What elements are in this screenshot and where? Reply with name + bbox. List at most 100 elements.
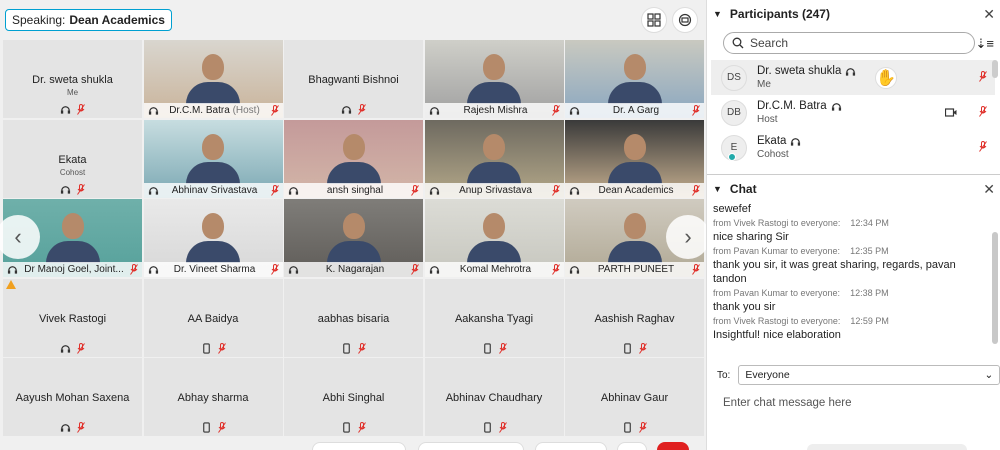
participant-tile[interactable]: Abhinav Gaur — [565, 358, 704, 436]
tile-name-bar: PARTH PUNEET — [565, 262, 704, 277]
mute-control-button[interactable] — [312, 442, 406, 450]
participant-row[interactable]: DS Dr. sweta shukla Me ✋ — [711, 60, 995, 95]
participant-video-figure — [607, 133, 662, 184]
recipient-select[interactable]: Everyone ⌄ — [738, 365, 1000, 385]
tile-status-icons — [144, 422, 283, 433]
active-speaker-indicator: Speaking: Dean Academics — [5, 9, 172, 31]
phone-icon — [483, 342, 491, 354]
tile-status-icons — [565, 342, 704, 354]
tile-name: Aashish Raghav — [594, 312, 675, 325]
camera-icon — [945, 108, 957, 117]
participant-row[interactable]: DB Dr.C.M. Batra Host — [711, 95, 995, 130]
layout-switch-icon[interactable] — [672, 7, 698, 33]
participant-tile[interactable]: Bhagwanti Bishnoi — [284, 40, 423, 118]
tile-status-icons — [284, 342, 423, 354]
more-options-button[interactable] — [617, 442, 647, 450]
participant-tile[interactable]: Dean Academics — [565, 119, 704, 198]
participant-role: Cohost — [757, 149, 789, 160]
muted-mic-icon[interactable] — [979, 106, 987, 117]
chat-timestamp: 12:38 PM — [850, 288, 889, 298]
participant-tile[interactable]: Abhi Singhal — [284, 358, 423, 436]
tile-status-icons — [3, 422, 142, 433]
headset-icon — [288, 186, 299, 195]
tile-status-icons — [144, 342, 283, 354]
muted-mic-icon — [551, 264, 560, 275]
video-control-button[interactable] — [418, 442, 524, 450]
participant-tile[interactable]: Aakansha Tyagi — [424, 278, 564, 357]
muted-mic-icon — [411, 184, 419, 196]
participant-tile[interactable]: aabhas bisaria — [284, 278, 423, 357]
participant-tile[interactable]: Komal Mehrotra — [424, 199, 564, 277]
participant-list: DS Dr. sweta shukla Me ✋ DB Dr.C.M. Batr… — [711, 60, 995, 165]
participant-tile[interactable]: K. Nagarajan — [284, 199, 423, 277]
participant-role: Host — [757, 114, 778, 125]
next-page-chevron-icon[interactable]: › — [666, 215, 710, 259]
tile-name: Dr. Vineet Sharma — [173, 264, 256, 275]
chat-message-input[interactable]: Enter chat message here — [723, 397, 852, 409]
collapse-chevron-icon[interactable]: ▼ — [713, 184, 722, 194]
participants-header[interactable]: ▼ Participants (247) ✕ — [707, 0, 1000, 28]
participant-tile[interactable]: Dr.C.M. Batra (Host) — [143, 40, 283, 118]
collapse-chevron-icon[interactable]: ▼ — [713, 9, 722, 19]
muted-mic-icon — [551, 105, 560, 116]
chat-header[interactable]: ▼ Chat ✕ — [707, 178, 1000, 200]
sort-icon[interactable]: ⇣≡ — [976, 36, 994, 52]
muted-mic-icon — [130, 264, 138, 275]
tile-name: Aakansha Tyagi — [454, 312, 534, 325]
muted-mic-icon — [77, 342, 85, 354]
participant-row[interactable]: E Ekata Cohost — [711, 130, 995, 165]
chat-sender: from Pavan Kumar to everyone: — [713, 246, 841, 256]
tile-name-bar: K. Nagarajan — [284, 262, 423, 277]
tile-status-icons — [3, 342, 142, 354]
participants-scrollbar[interactable] — [992, 60, 998, 78]
tile-name: AA Baidya — [187, 312, 239, 325]
participant-tile[interactable]: Dr. A Garg — [565, 40, 704, 118]
tile-name: Abhinav Srivastava — [171, 184, 258, 196]
chat-scrollbar[interactable] — [992, 232, 998, 344]
participant-tile[interactable]: ansh singhal — [284, 119, 423, 198]
participant-video-figure — [607, 54, 662, 104]
muted-mic-icon[interactable] — [979, 141, 987, 152]
muted-mic-icon — [77, 104, 85, 115]
participant-search-input[interactable]: Search — [723, 32, 975, 54]
tile-name: Vivek Rastogi — [38, 312, 107, 325]
raise-hand-icon[interactable]: ✋ — [875, 67, 897, 89]
participant-tile[interactable]: Rajesh Mishra — [424, 40, 564, 118]
muted-mic-icon — [77, 183, 85, 195]
participant-tile[interactable]: Dr. Vineet Sharma — [143, 199, 283, 277]
webex-meeting-window: Speaking: Dean Academics Dr. sweta shukl… — [0, 0, 1000, 450]
meeting-stage: Speaking: Dean Academics Dr. sweta shukl… — [0, 0, 710, 450]
tile-name-bar: Dr Manoj Goel, Joint... — [3, 262, 142, 277]
participant-video-figure — [467, 213, 521, 263]
chat-message-text: Insightful! nice elaboration — [713, 329, 841, 341]
close-chat-icon[interactable]: ✕ — [983, 181, 995, 198]
speaking-name: Dean Academics — [69, 13, 165, 27]
participant-name: Dr.C.M. Batra — [757, 100, 827, 112]
tile-name-bar: Anup Srivastava — [424, 182, 564, 198]
participant-tile[interactable]: Abhay sharma — [143, 358, 283, 436]
participant-tile[interactable]: Dr. sweta shukla Me — [3, 40, 142, 118]
share-control-button[interactable] — [535, 442, 607, 450]
headset-icon — [831, 102, 841, 111]
tile-name: K. Nagarajan — [325, 264, 385, 275]
participant-tile[interactable]: AA Baidya — [143, 278, 283, 357]
muted-mic-icon[interactable] — [979, 71, 987, 82]
participant-tile[interactable]: Abhinav Srivastava — [143, 119, 283, 198]
participant-role: Me — [757, 79, 771, 90]
participant-tile[interactable]: Ekata Cohost — [3, 119, 142, 198]
muted-mic-icon — [270, 105, 279, 116]
leave-meeting-button[interactable] — [657, 442, 689, 450]
participant-tile[interactable]: Abhinav Chaudhary — [424, 358, 564, 436]
participant-tile[interactable]: Anup Srivastava — [424, 119, 564, 198]
layout-grid-icon[interactable] — [641, 7, 667, 33]
chevron-down-icon: ⌄ — [984, 369, 994, 381]
headset-icon — [288, 266, 299, 274]
muted-mic-icon — [270, 184, 279, 196]
participant-tile[interactable]: Vivek Rastogi — [3, 278, 142, 357]
close-participants-icon[interactable]: ✕ — [983, 6, 995, 23]
panel-bottom-bar — [807, 444, 967, 450]
muted-mic-icon — [551, 184, 560, 196]
chat-message-meta: from Pavan Kumar to everyone: 12:35 PM — [713, 244, 983, 258]
participant-tile[interactable]: Aashish Raghav — [565, 278, 704, 357]
participant-tile[interactable]: Aayush Mohan Saxena — [3, 358, 142, 436]
